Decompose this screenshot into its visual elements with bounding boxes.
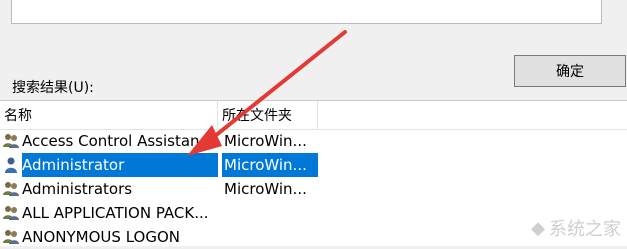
object-name-input[interactable] xyxy=(11,0,602,24)
list-row[interactable]: ALL APPLICATION PACK... xyxy=(0,201,318,225)
row-folder: MicroWin... xyxy=(224,180,307,198)
list-row[interactable]: Access Control Assistance Operators Micr… xyxy=(0,129,318,153)
list-row-selected[interactable]: Administrator MicroWin... xyxy=(0,153,318,177)
list-header: 名称 所在文件夹 xyxy=(0,101,627,130)
ok-button[interactable]: 确定 xyxy=(514,55,626,87)
row-name: Access Control Assistance Operators xyxy=(22,132,218,150)
row-name: Administrators xyxy=(22,180,133,198)
watermark-logo-icon: ◆ xyxy=(531,217,545,239)
group-users-icon xyxy=(3,206,19,220)
group-users-icon xyxy=(3,230,19,244)
search-results-label: 搜索结果(U): xyxy=(12,80,94,96)
row-folder: MicroWin... xyxy=(222,153,318,177)
row-folder: MicroWin... xyxy=(224,132,307,150)
list-row[interactable]: Administrators MicroWin... xyxy=(0,177,318,201)
group-users-icon xyxy=(3,182,19,196)
row-name: ANONYMOUS LOGON xyxy=(22,228,180,246)
row-folder xyxy=(222,201,318,225)
column-header-folder[interactable]: 所在文件夹 xyxy=(218,101,318,129)
row-folder xyxy=(222,225,318,249)
list-row[interactable]: ANONYMOUS LOGON xyxy=(0,225,318,249)
group-users-icon xyxy=(3,134,19,148)
row-name: ALL APPLICATION PACK... xyxy=(22,204,209,222)
watermark-text: 系统之家 xyxy=(549,219,621,240)
watermark: ◆ 系统之家 xyxy=(531,215,621,241)
single-user-icon xyxy=(5,157,17,173)
column-header-name[interactable]: 名称 xyxy=(0,101,218,129)
row-name: Administrator xyxy=(22,153,218,177)
